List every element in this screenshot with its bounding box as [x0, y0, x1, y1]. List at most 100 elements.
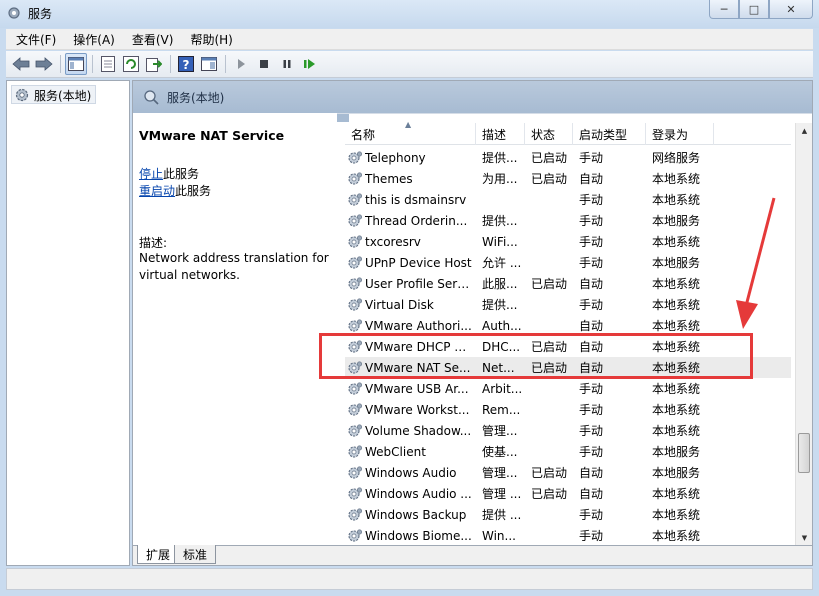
service-description: 管理 ... — [482, 487, 522, 501]
service-name: Windows Biome... — [365, 528, 472, 543]
restart-suffix: 此服务 — [175, 184, 212, 198]
properties-button[interactable] — [97, 53, 119, 75]
help-button[interactable]: ? — [175, 53, 197, 75]
service-startup-type: 自动 — [579, 319, 604, 333]
service-name-cell: Telephony — [345, 150, 476, 166]
action-pane-button[interactable] — [198, 53, 220, 75]
service-log-on-as: 本地系统 — [652, 529, 701, 543]
service-name-cell: Windows Biome... — [345, 528, 476, 544]
service-startup-type: 手动 — [579, 298, 604, 312]
pause-service-button[interactable] — [276, 53, 298, 75]
vertical-scrollbar[interactable]: ▲ ▼ — [795, 123, 812, 546]
table-row[interactable]: Virtual Disk 提供... 手动 本地系统 — [345, 294, 791, 315]
restart-line: 重启动此服务 — [139, 182, 211, 199]
service-log-on-as: 本地系统 — [652, 172, 701, 186]
table-row[interactable]: Windows Audio ... 管理 ... 已启动 自动 本地系统 — [345, 483, 791, 504]
start-service-button[interactable] — [230, 53, 252, 75]
service-startup-type: 自动 — [579, 172, 604, 186]
service-startup-type: 手动 — [579, 529, 604, 543]
table-row[interactable]: Thread Orderin... 提供... 手动 本地服务 — [345, 210, 791, 231]
service-description: WiFi... — [482, 234, 518, 249]
column-header-status[interactable]: 状态 — [525, 123, 573, 145]
forward-button[interactable] — [33, 53, 55, 75]
table-row[interactable]: Volume Shadow... 管理... 手动 本地系统 — [345, 420, 791, 441]
table-row[interactable]: txcoresrv WiFi... 手动 本地系统 — [345, 231, 791, 252]
gear-icon — [348, 171, 363, 185]
service-name-cell: User Profile Serv... — [345, 276, 476, 292]
column-header-description[interactable]: 描述 — [476, 123, 525, 145]
column-header-description-label: 描述 — [482, 127, 507, 142]
scroll-up-arrow[interactable]: ▲ — [796, 123, 813, 139]
service-log-on-as: 本地系统 — [652, 319, 701, 333]
restart-service-button[interactable] — [299, 53, 321, 75]
service-name: VMware Authori... — [365, 318, 472, 333]
table-row[interactable]: UPnP Device Host 允许 ... 手动 本地服务 — [345, 252, 791, 273]
service-name-cell: Windows Audio — [345, 465, 476, 481]
show-tree-button[interactable] — [65, 53, 87, 75]
service-startup-type: 手动 — [579, 214, 604, 228]
gear-icon — [348, 507, 363, 521]
gear-icon — [348, 444, 363, 458]
stop-suffix: 此服务 — [163, 167, 200, 181]
stop-service-button[interactable] — [253, 53, 275, 75]
close-button[interactable]: ✕ — [769, 0, 813, 19]
maximize-button[interactable]: □ — [739, 0, 769, 19]
arrow-left-icon — [12, 57, 30, 71]
gear-icon — [348, 234, 363, 248]
list-corner — [337, 114, 349, 122]
scroll-down-arrow[interactable]: ▼ — [796, 530, 813, 546]
tab-standard[interactable]: 标准 — [174, 545, 217, 564]
service-description-pane: VMware NAT Service 停止此服务 重启动此服务 描述: Netw… — [133, 113, 337, 545]
service-startup-type: 手动 — [579, 193, 604, 207]
menu-view[interactable]: 查看(V) — [122, 31, 181, 48]
annotation-arrow-icon — [736, 197, 776, 329]
column-header-log-on-as[interactable]: 登录为 — [646, 123, 714, 145]
service-name: this is dsmainsrv — [365, 192, 467, 207]
service-log-on-as: 本地系统 — [652, 277, 701, 291]
stop-icon — [260, 60, 268, 68]
column-header-startup-type-label: 启动类型 — [579, 127, 628, 142]
table-row[interactable]: WebClient 使基... 手动 本地服务 — [345, 441, 791, 462]
gear-icon — [348, 255, 363, 269]
menu-file[interactable]: 文件(F) — [6, 31, 63, 48]
service-name-cell: Volume Shadow... — [345, 423, 476, 439]
table-row[interactable]: VMware USB Ar... Arbit... 手动 本地系统 — [345, 378, 791, 399]
refresh-button[interactable] — [120, 53, 142, 75]
service-description: 允许 ... — [482, 256, 522, 270]
table-row[interactable]: Themes 为用... 已启动 自动 本地系统 — [345, 168, 791, 189]
service-log-on-as: 本地服务 — [652, 256, 701, 270]
service-description: 提供... — [482, 214, 518, 228]
back-button[interactable] — [10, 53, 32, 75]
column-header-startup-type[interactable]: 启动类型 — [573, 123, 646, 145]
table-row[interactable]: User Profile Serv... 此服... 已启动 自动 本地系统 — [345, 273, 791, 294]
tab-extended[interactable]: 扩展 — [137, 545, 180, 564]
console-tree: 服务(本地) — [6, 80, 130, 566]
service-status: 已启动 — [531, 151, 568, 165]
restart-service-link[interactable]: 重启动 — [139, 184, 175, 198]
service-name-cell: Thread Orderin... — [345, 213, 476, 229]
column-header-log-on-as-label: 登录为 — [652, 127, 689, 142]
scroll-thumb[interactable] — [798, 433, 810, 473]
column-header-name[interactable]: ▲ 名称 — [345, 120, 476, 145]
table-row[interactable]: Windows Biome... Win... 手动 本地系统 — [345, 525, 791, 546]
table-row[interactable]: Windows Backup 提供 ... 手动 本地系统 — [345, 504, 791, 525]
service-name: UPnP Device Host — [365, 255, 472, 270]
table-row[interactable]: Windows Audio 管理... 已启动 自动 本地服务 — [345, 462, 791, 483]
gear-icon — [348, 192, 363, 206]
minimize-button[interactable]: ─ — [709, 0, 739, 19]
table-row[interactable]: Telephony 提供... 已启动 手动 网络服务 — [345, 147, 791, 168]
table-row[interactable]: VMware Workst... Rem... 手动 本地系统 — [345, 399, 791, 420]
export-icon — [146, 58, 162, 72]
service-description: 此服... — [482, 277, 518, 291]
menu-help[interactable]: 帮助(H) — [180, 31, 239, 48]
service-name-cell: txcoresrv — [345, 234, 476, 250]
table-row[interactable]: this is dsmainsrv 手动 本地系统 — [345, 189, 791, 210]
stop-service-link[interactable]: 停止 — [139, 167, 163, 181]
export-list-button[interactable] — [143, 53, 165, 75]
tree-item-services-local[interactable]: 服务(本地) — [11, 85, 97, 104]
menu-action[interactable]: 操作(A) — [63, 31, 122, 48]
service-log-on-as: 本地服务 — [652, 466, 701, 480]
service-startup-type: 手动 — [579, 382, 604, 396]
service-log-on-as: 本地系统 — [652, 193, 701, 207]
service-description: 提供... — [482, 151, 518, 165]
